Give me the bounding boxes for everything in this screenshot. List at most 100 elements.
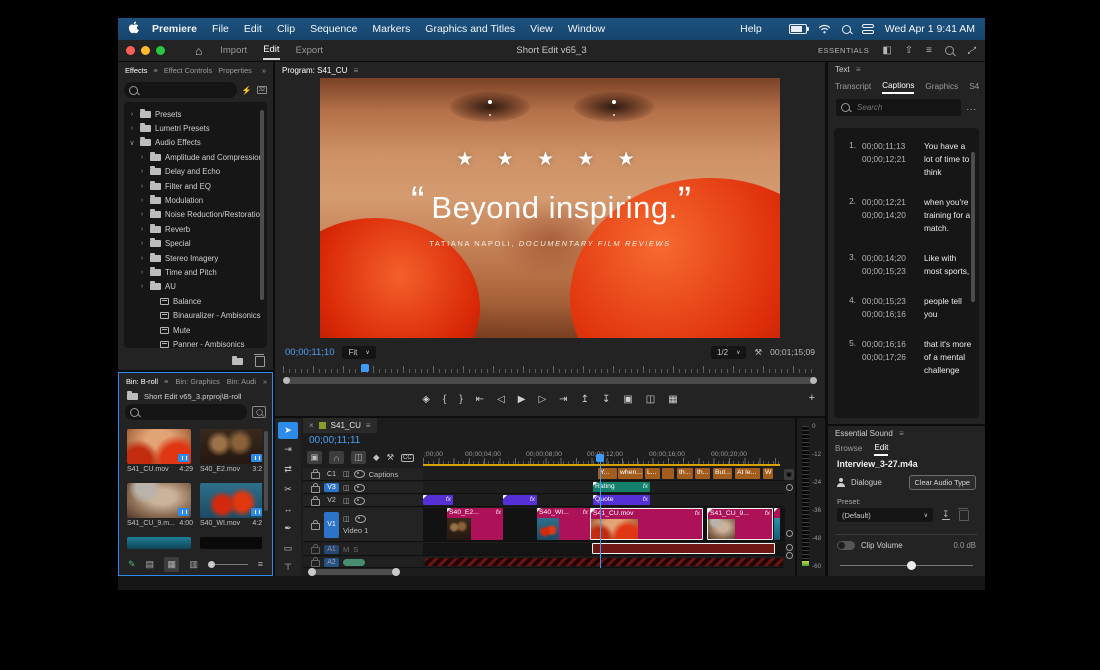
icon-view-icon[interactable]: ▦: [164, 557, 179, 572]
effects-tree-row[interactable]: Panner - Ambisonics: [126, 337, 265, 348]
captions-search-input[interactable]: [836, 99, 961, 116]
caption-clip[interactable]: th...: [677, 468, 693, 479]
bin-scrollbar[interactable]: [264, 431, 268, 511]
clear-audio-type-button[interactable]: Clear Audio Type: [909, 475, 976, 490]
program-playhead[interactable]: [361, 364, 369, 372]
nav-tab-import[interactable]: Import: [220, 42, 247, 59]
caption-timecodes[interactable]: 00;00;11;1300;00;12;21: [862, 140, 918, 179]
source-patch-icon[interactable]: ◫: [343, 470, 350, 478]
menu-window[interactable]: Window: [568, 23, 605, 35]
nest-sequence-icon[interactable]: ▣: [307, 451, 322, 464]
selection-tool[interactable]: ➤: [278, 422, 298, 439]
effects-tree-row[interactable]: › Presets: [126, 107, 265, 121]
tab-properties[interactable]: Properties: [218, 66, 252, 75]
caption-text[interactable]: people tell you: [924, 295, 973, 321]
pen-tool[interactable]: ✒: [278, 520, 298, 537]
search-bin-icon[interactable]: [252, 406, 266, 418]
effects-tree-row[interactable]: › Special: [126, 237, 265, 251]
rectangle-tool[interactable]: ▭: [278, 540, 298, 557]
caption-row[interactable]: 5. 00;00;16;1600;00;17;26 that it's more…: [844, 338, 973, 377]
effects-scrollbar[interactable]: [260, 110, 264, 300]
track-output-eye-icon[interactable]: [354, 470, 365, 478]
tree-chevron-icon[interactable]: ›: [138, 197, 146, 204]
menu-view[interactable]: View: [530, 23, 553, 35]
effects-tree-row[interactable]: › Time and Pitch: [126, 265, 265, 279]
effects-tree-row[interactable]: Mute: [126, 323, 265, 337]
menu-premiere[interactable]: Premiere: [152, 23, 197, 35]
program-mini-timeline[interactable]: [283, 364, 817, 373]
menu-graphics-titles[interactable]: Graphics and Titles: [425, 23, 515, 35]
tab-bin-broll[interactable]: Bin: B-roll ≡: [126, 377, 168, 386]
track-a1-badge[interactable]: A1: [324, 545, 339, 554]
bin-clip[interactable]: S41_CU_9.m...4:00: [127, 483, 193, 527]
caption-clip[interactable]: But...: [713, 468, 732, 479]
effects-tree-row[interactable]: › Modulation: [126, 193, 265, 207]
caption-row[interactable]: 1. 00;00;11;1300;00;12;21 You have a lot…: [844, 140, 973, 179]
effects-tree-row[interactable]: Balance: [126, 294, 265, 308]
effects-search-input[interactable]: [124, 82, 237, 98]
accelerated-effects-icon[interactable]: ⚡: [242, 86, 252, 95]
track-v1-header[interactable]: V1 ◫ Video 1: [303, 508, 423, 541]
linked-selection-icon[interactable]: ◫: [351, 451, 366, 464]
track-v2-header[interactable]: V2 ◫: [303, 495, 423, 506]
track-height-handle[interactable]: [786, 544, 793, 551]
graphic-clip[interactable]: fx: [503, 495, 537, 505]
zoom-window-button[interactable]: [156, 46, 165, 55]
caption-clip[interactable]: [662, 468, 674, 479]
share-icon[interactable]: ⇧: [905, 45, 913, 56]
clip-volume-toggle[interactable]: [837, 541, 855, 550]
freeform-view-icon[interactable]: ▥: [189, 559, 198, 570]
effects-tree-row[interactable]: › Delay and Echo: [126, 165, 265, 179]
effects-tree-row[interactable]: › AU: [126, 280, 265, 294]
track-v1-badge[interactable]: V1: [324, 512, 339, 538]
caption-row[interactable]: 3. 00;00;14;2000;00;15;23 Like with most…: [844, 252, 973, 278]
effects-tree-row[interactable]: › Filter and EQ: [126, 179, 265, 193]
add-marker-icon[interactable]: ◈: [422, 394, 430, 405]
slip-tool[interactable]: ↔: [278, 501, 298, 518]
add-marker-icon[interactable]: ◆: [373, 452, 380, 463]
video-clip[interactable]: S41_CU_9...fx: [707, 508, 773, 540]
go-to-out-icon[interactable]: ⇥: [559, 394, 567, 405]
captions-track-lock-icon[interactable]: ▣: [784, 469, 794, 480]
wifi-icon[interactable]: [818, 24, 831, 34]
tab-bin-graphics[interactable]: Bin: Graphics: [175, 377, 219, 386]
track-output-eye-icon[interactable]: [355, 515, 366, 523]
tab-effects[interactable]: Effects ≡: [125, 66, 158, 75]
captions-cc-icon[interactable]: CC: [401, 454, 414, 462]
track-v2-badge[interactable]: V2: [324, 496, 339, 505]
lift-icon[interactable]: ↥: [581, 394, 589, 405]
track-height-handle[interactable]: [786, 484, 793, 491]
clip-volume-slider[interactable]: [840, 565, 973, 566]
menu-file[interactable]: File: [212, 23, 229, 35]
effects-tree-row[interactable]: › Noise Reduction/Restoration: [126, 208, 265, 222]
video-clip[interactable]: [774, 508, 780, 540]
graphic-clip[interactable]: Ratingfx: [593, 482, 650, 492]
navigate-up-icon[interactable]: [127, 393, 138, 400]
tab-cut[interactable]: S4: [969, 82, 979, 91]
minimize-window-button[interactable]: [141, 46, 150, 55]
delete-preset-icon[interactable]: [959, 510, 969, 521]
bin-clip[interactable]: S41_CU.mov4:29: [127, 429, 193, 473]
bin-clip[interactable]: [200, 537, 262, 549]
fullscreen-icon[interactable]: ↗↙: [967, 46, 977, 56]
graphic-clip[interactable]: fx: [423, 495, 453, 505]
clip-volume-value[interactable]: 0.0 dB: [953, 541, 976, 550]
workspaces-icon[interactable]: ◧: [882, 45, 891, 56]
solo-button[interactable]: S: [353, 545, 358, 554]
track-output-eye-icon[interactable]: [354, 497, 365, 505]
caption-timecodes[interactable]: 00;00;15;2300;00;16;16: [862, 295, 918, 321]
tree-chevron-icon[interactable]: ›: [138, 183, 146, 190]
bin-clip[interactable]: [127, 537, 193, 549]
edit-pencil-icon[interactable]: ✎: [128, 559, 136, 570]
track-a1-header[interactable]: A1 M S: [303, 543, 423, 555]
video-clip[interactable]: S40_E2...fx: [447, 508, 503, 540]
track-output-eye-icon[interactable]: [354, 484, 365, 492]
source-patch-icon[interactable]: ◫: [343, 484, 350, 492]
track-a2-header[interactable]: A2: [303, 557, 423, 567]
list-view-icon[interactable]: ▤: [146, 559, 155, 570]
home-icon[interactable]: ⌂: [195, 44, 202, 58]
bin-menu-icon[interactable]: ≡: [258, 559, 263, 569]
close-sequence-icon[interactable]: ×: [309, 421, 314, 430]
effects-tree-row[interactable]: › Amplitude and Compression: [126, 150, 265, 164]
track-height-handle[interactable]: [786, 530, 793, 537]
